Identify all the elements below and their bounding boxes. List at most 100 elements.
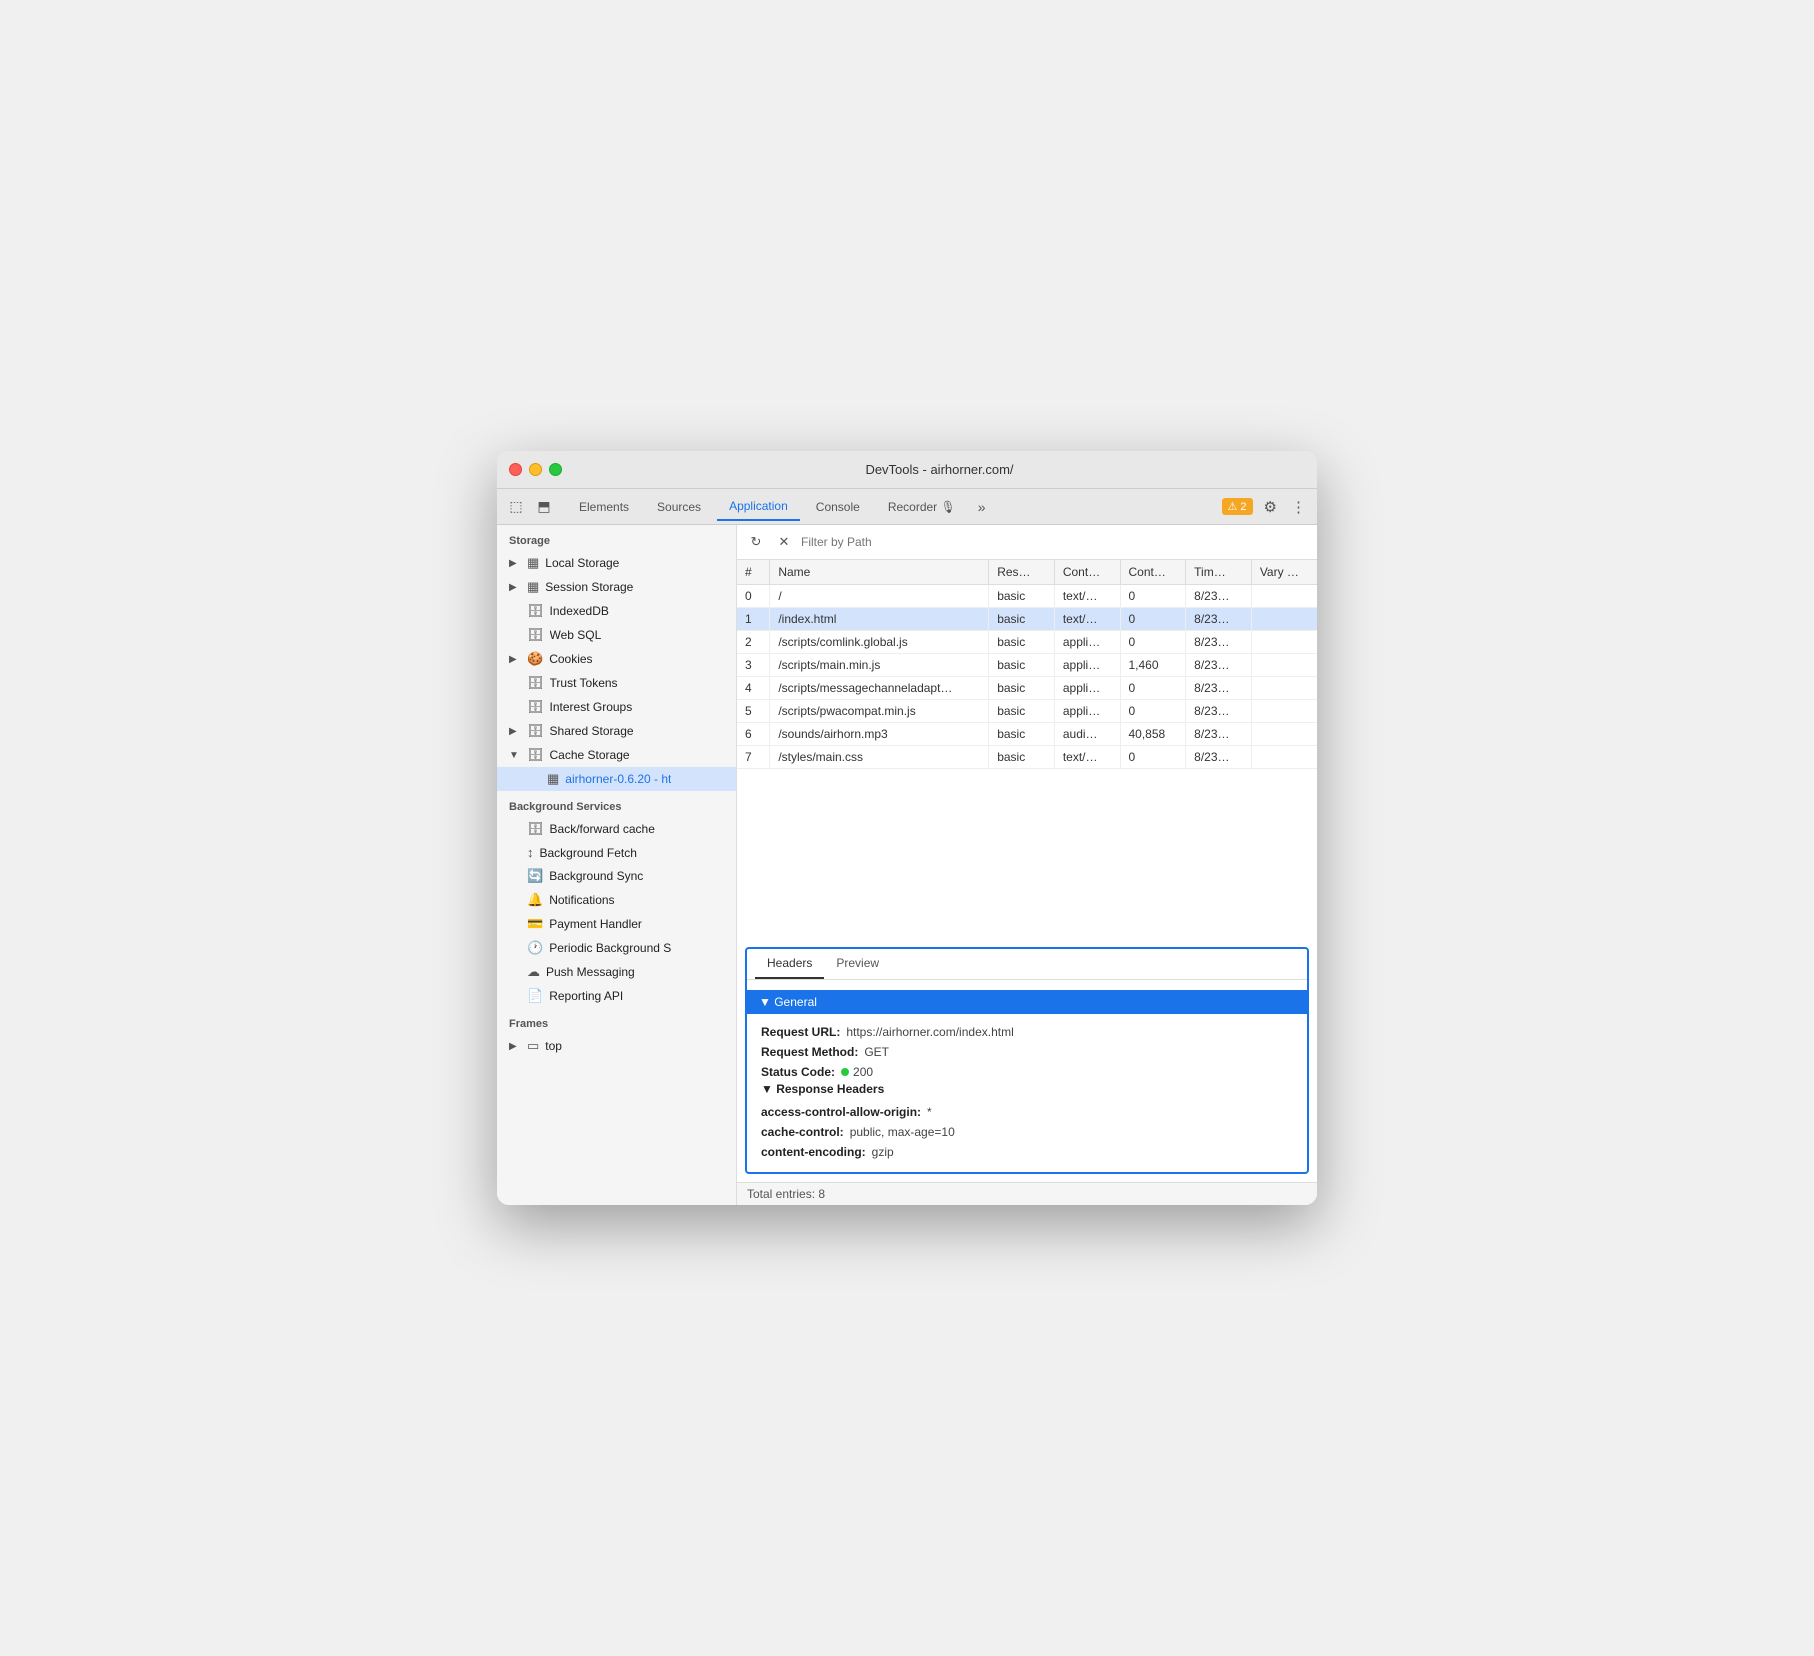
table-row[interactable]: 0/basictext/…08/23…	[737, 585, 1317, 608]
tab-headers[interactable]: Headers	[755, 949, 824, 979]
sidebar-item-cookies[interactable]: ▶ 🍪 Cookies	[497, 647, 736, 671]
sidebar-label-web-sql: Web SQL	[550, 628, 602, 642]
clear-button[interactable]: ✕	[773, 531, 795, 553]
table-cell: 8/23…	[1186, 654, 1252, 677]
more-tabs-button[interactable]: »	[972, 495, 992, 519]
warning-badge[interactable]: ⚠ 2	[1222, 498, 1253, 515]
status-code-row: Status Code: 200	[761, 1062, 1293, 1082]
sidebar-item-indexeddb[interactable]: ▶ 🗄 IndexedDB	[497, 599, 736, 623]
minimize-button[interactable]	[529, 463, 542, 476]
table-cell	[1251, 700, 1317, 723]
table-cell: /scripts/comlink.global.js	[770, 631, 989, 654]
table-cell	[1251, 631, 1317, 654]
table-row[interactable]: 5/scripts/pwacompat.min.jsbasicappli…08/…	[737, 700, 1317, 723]
sidebar-item-bg-fetch[interactable]: ▶ ↕ Background Fetch	[497, 841, 736, 864]
table-row[interactable]: 6/sounds/airhorn.mp3basicaudi…40,8588/23…	[737, 723, 1317, 746]
sidebar-item-payment-handler[interactable]: ▶ 💳 Payment Handler	[497, 912, 736, 936]
sidebar-item-top[interactable]: ▶ ▭ top	[497, 1034, 736, 1058]
footer: Total entries: 8	[737, 1182, 1317, 1205]
indexeddb-icon: 🗄	[527, 603, 544, 619]
col-header-name: Name	[770, 560, 989, 585]
table-cell	[1251, 677, 1317, 700]
table-cell: 0	[1120, 677, 1186, 700]
response-header-row: content-encoding:gzip	[761, 1142, 1293, 1162]
refresh-button[interactable]: ↻	[745, 531, 767, 553]
sidebar-item-local-storage[interactable]: ▶ ▦ Local Storage	[497, 551, 736, 575]
table-cell: 8/23…	[1186, 677, 1252, 700]
cache-table: # Name Res… Cont… Cont… Tim… Vary … 0/ba…	[737, 560, 1317, 939]
request-method-val: GET	[864, 1045, 889, 1059]
header-val: *	[927, 1105, 932, 1119]
tab-elements[interactable]: Elements	[567, 494, 641, 520]
col-header-vary: Vary …	[1251, 560, 1317, 585]
table-cell: 4	[737, 677, 770, 700]
sidebar-item-interest-groups[interactable]: ▶ 🗄 Interest Groups	[497, 695, 736, 719]
table-cell: basic	[989, 700, 1055, 723]
status-code-key: Status Code:	[761, 1065, 835, 1079]
table-cell: basic	[989, 631, 1055, 654]
bg-fetch-icon: ↕	[527, 845, 534, 860]
cursor-icon[interactable]: ⬚	[505, 496, 527, 518]
table-cell: 8/23…	[1186, 585, 1252, 608]
arrow-icon: ▶	[509, 558, 521, 569]
tab-application[interactable]: Application	[717, 493, 800, 521]
arrow-icon: ▼	[509, 750, 521, 761]
bg-services-section-label: Background Services	[497, 791, 736, 817]
sidebar-item-push-messaging[interactable]: ▶ ☁ Push Messaging	[497, 960, 736, 984]
filter-input[interactable]	[801, 535, 1309, 549]
table-cell: 1	[737, 608, 770, 631]
sidebar-item-periodic-bg[interactable]: ▶ 🕐 Periodic Background S	[497, 936, 736, 960]
request-url-row: Request URL: https://airhorner.com/index…	[761, 1022, 1293, 1042]
table-row[interactable]: 3/scripts/main.min.jsbasicappli…1,4608/2…	[737, 654, 1317, 677]
sidebar-item-web-sql[interactable]: ▶ 🗄 Web SQL	[497, 623, 736, 647]
table-cell: text/…	[1054, 746, 1120, 769]
trust-tokens-icon: 🗄	[527, 675, 544, 691]
table-cell: basic	[989, 654, 1055, 677]
backforward-icon: 🗄	[527, 821, 544, 837]
detail-panel: Headers Preview ▼ General Request URL: h…	[745, 947, 1309, 1174]
response-headers-label: ▼ Response Headers	[761, 1082, 884, 1096]
sidebar-item-notifications[interactable]: ▶ 🔔 Notifications	[497, 888, 736, 912]
sidebar-item-session-storage[interactable]: ▶ ▦ Session Storage	[497, 575, 736, 599]
payment-icon: 💳	[527, 916, 543, 932]
close-button[interactable]	[509, 463, 522, 476]
cookies-icon: 🍪	[527, 651, 543, 667]
table-cell: /scripts/main.min.js	[770, 654, 989, 677]
table-cell: /scripts/messagechanneladapt…	[770, 677, 989, 700]
table-cell: /styles/main.css	[770, 746, 989, 769]
sidebar-label-bg-fetch: Background Fetch	[540, 846, 637, 860]
inspect-icon[interactable]: ⬒	[533, 496, 555, 518]
sidebar-item-shared-storage[interactable]: ▶ 🗄 Shared Storage	[497, 719, 736, 743]
sidebar-item-cache-entry[interactable]: ▶ ▦ airhorner-0.6.20 - ht	[497, 767, 736, 791]
tab-preview[interactable]: Preview	[824, 949, 891, 979]
sidebar-item-cache-storage[interactable]: ▼ 🗄 Cache Storage	[497, 743, 736, 767]
settings-icon[interactable]: ⚙	[1261, 495, 1280, 519]
sidebar-item-reporting-api[interactable]: ▶ 📄 Reporting API	[497, 984, 736, 1008]
tab-recorder[interactable]: Recorder 🎙	[876, 494, 968, 520]
sidebar: Storage ▶ ▦ Local Storage ▶ ▦ Session St…	[497, 525, 737, 1205]
sidebar-item-bg-sync[interactable]: ▶ 🔄 Background Sync	[497, 864, 736, 888]
sidebar-item-trust-tokens[interactable]: ▶ 🗄 Trust Tokens	[497, 671, 736, 695]
table-row[interactable]: 7/styles/main.cssbasictext/…08/23…	[737, 746, 1317, 769]
table-cell	[1251, 654, 1317, 677]
tab-console[interactable]: Console	[804, 494, 872, 520]
table-row[interactable]: 1/index.htmlbasictext/…08/23…	[737, 608, 1317, 631]
header-key: content-encoding:	[761, 1145, 866, 1159]
table-cell: 0	[1120, 585, 1186, 608]
sidebar-item-backforward[interactable]: ▶ 🗄 Back/forward cache	[497, 817, 736, 841]
devtools-window: DevTools - airhorner.com/ ⬚ ⬒ Elements S…	[497, 451, 1317, 1205]
table-row[interactable]: 2/scripts/comlink.global.jsbasicappli…08…	[737, 631, 1317, 654]
table-cell: 40,858	[1120, 723, 1186, 746]
arrow-icon: ▶	[509, 582, 521, 593]
window-title: DevTools - airhorner.com/	[574, 462, 1305, 477]
table-cell: 6	[737, 723, 770, 746]
table-cell: 1,460	[1120, 654, 1186, 677]
more-options-icon[interactable]: ⋮	[1288, 495, 1309, 519]
table-cell: 8/23…	[1186, 700, 1252, 723]
maximize-button[interactable]	[549, 463, 562, 476]
cache-entry-icon: ▦	[547, 771, 559, 787]
sidebar-label-push-messaging: Push Messaging	[546, 965, 635, 979]
tab-sources[interactable]: Sources	[645, 494, 713, 520]
table-row[interactable]: 4/scripts/messagechanneladapt…basicappli…	[737, 677, 1317, 700]
table-cell: 7	[737, 746, 770, 769]
